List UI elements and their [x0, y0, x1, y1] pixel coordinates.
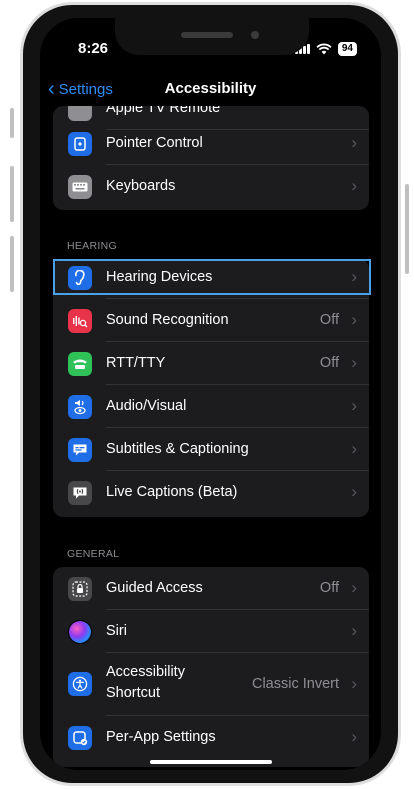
list-item-label: Sound Recognition — [106, 312, 229, 328]
list-item-value: Off — [319, 312, 339, 328]
live-captions-icon — [68, 481, 92, 505]
wifi-icon — [316, 43, 332, 55]
list-item-label: Hearing Devices — [106, 269, 213, 285]
list-item-label: Guided Access — [106, 580, 203, 596]
front-camera — [251, 31, 259, 39]
list-item-subtitles-captioning[interactable]: Subtitles & Captioning › — [53, 428, 369, 471]
page-title: Accessibility — [164, 80, 257, 97]
list-item-rtt-tty[interactable]: RTT/TTY Off › — [53, 342, 369, 385]
chevron-right-icon: › — [351, 310, 357, 329]
per-app-settings-icon — [68, 726, 92, 750]
chevron-right-icon: › — [351, 621, 357, 640]
chevron-right-icon: › — [351, 267, 357, 286]
sound-recognition-icon — [68, 309, 92, 333]
chevron-right-icon: › — [351, 674, 357, 693]
list-item-guided-access[interactable]: Guided Access Off › — [53, 567, 369, 610]
list-item-label: Subtitles & Captioning — [106, 441, 249, 457]
list-item-label-line2: Shortcut — [106, 685, 160, 701]
chevron-right-icon: › — [351, 578, 357, 597]
silent-switch — [10, 108, 14, 138]
list-item-value: Off — [319, 355, 339, 371]
section-header-general: GENERAL — [67, 548, 120, 560]
list-item-hearing-devices[interactable]: Hearing Devices › — [53, 259, 369, 299]
settings-group-general: Guided Access Off › Siri › Accessibility… — [53, 567, 369, 767]
subtitles-icon — [68, 438, 92, 462]
list-item-keyboards[interactable]: Keyboards › — [53, 165, 369, 208]
chevron-right-icon: › — [351, 727, 357, 746]
section-header-hearing: HEARING — [67, 240, 117, 252]
ear-icon — [68, 266, 92, 290]
list-item-label: Siri — [106, 623, 127, 639]
chevron-right-icon: › — [351, 396, 357, 415]
siri-icon — [68, 620, 92, 644]
rtt-tty-icon — [68, 352, 92, 376]
volume-up-button — [10, 166, 14, 222]
list-item-siri[interactable]: Siri › — [53, 610, 369, 653]
chevron-right-icon: › — [351, 353, 357, 372]
list-item-value: Classic Invert — [251, 676, 339, 692]
pointer-control-icon — [68, 132, 92, 156]
navigation-bar: ‹ Settings Accessibility — [40, 76, 381, 106]
notch — [115, 18, 309, 55]
list-item-sound-recognition[interactable]: Sound Recognition Off › — [53, 299, 369, 342]
list-item-pointer-control[interactable]: Pointer Control › — [53, 122, 369, 165]
audio-visual-icon — [68, 395, 92, 419]
list-item-label: Keyboards — [106, 178, 176, 194]
volume-down-button — [10, 236, 14, 292]
list-item-label: Per-App Settings — [106, 729, 216, 745]
chevron-right-icon: › — [351, 439, 357, 458]
list-item-label: Apple TV Remote — [106, 106, 221, 116]
list-item-label: Pointer Control — [106, 135, 203, 151]
accessibility-icon — [68, 672, 92, 696]
list-item-audio-visual[interactable]: Audio/Visual › — [53, 385, 369, 428]
apple-tv-remote-icon — [68, 106, 92, 121]
list-item-accessibility-shortcut[interactable]: Accessibility Shortcut Classic Invert › — [53, 653, 369, 716]
list-item-live-captions[interactable]: Live Captions (Beta) › — [53, 471, 369, 514]
list-item-label-line1: Accessibility — [106, 664, 185, 680]
status-time: 8:26 — [78, 40, 109, 57]
speaker-grille — [181, 32, 233, 38]
screen: 8:26 94 ‹ Settings Accessibility Apple T… — [40, 18, 381, 770]
settings-group-hearing: Hearing Devices › Sound Recognition Off … — [53, 259, 369, 517]
chevron-right-icon: › — [351, 176, 357, 195]
list-item-label: Audio/Visual — [106, 398, 187, 414]
list-item-label: RTT/TTY — [106, 355, 166, 371]
power-button — [405, 184, 409, 274]
chevron-right-icon: › — [351, 482, 357, 501]
list-item-value: Off — [319, 580, 339, 596]
list-item-per-app-settings[interactable]: Per-App Settings › — [53, 716, 369, 759]
chevron-right-icon: › — [351, 133, 357, 152]
settings-group-interaction: Apple TV Remote Pointer Control › Keyboa… — [53, 106, 369, 210]
battery-indicator: 94 — [337, 42, 357, 56]
keyboard-icon — [68, 175, 92, 199]
list-item-label: Live Captions (Beta) — [106, 484, 238, 500]
home-indicator[interactable] — [150, 760, 272, 764]
guided-access-icon — [68, 577, 92, 601]
